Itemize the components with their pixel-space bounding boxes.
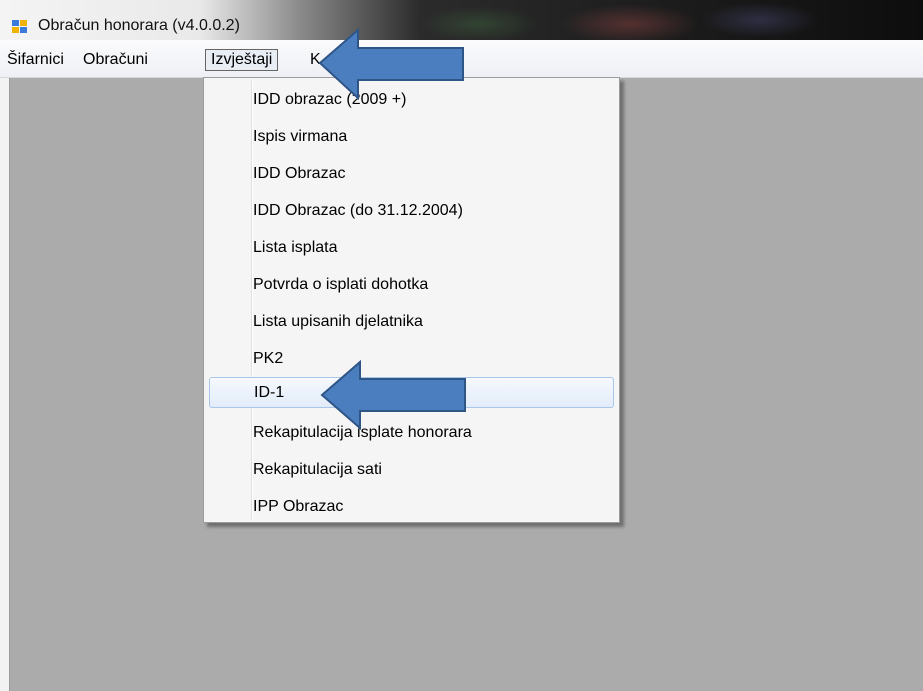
application-window: Obračun honorara (v4.0.0.2) Šifarnici Ob…	[0, 0, 923, 691]
menu-item-idd-obrazac-do-2004[interactable]: IDD Obrazac (do 31.12.2004)	[209, 195, 614, 226]
left-arrow-icon	[318, 28, 464, 100]
titlebar-glow	[700, 2, 820, 38]
titlebar-glow	[560, 4, 700, 44]
menu-obracuni[interactable]: Obračuni	[78, 49, 153, 71]
menu-item-idd-obrazac[interactable]: IDD Obrazac	[209, 158, 614, 189]
menu-sifarnici[interactable]: Šifarnici	[2, 49, 69, 71]
app-icon-square	[12, 27, 19, 33]
menu-item-ispis-virmana[interactable]: Ispis virmana	[209, 121, 614, 152]
app-icon	[12, 20, 28, 34]
left-arrow-icon	[320, 360, 466, 430]
menu-item-ipp-obrazac[interactable]: IPP Obrazac	[209, 491, 614, 522]
window-title: Obračun honorara (v4.0.0.2)	[38, 17, 240, 34]
app-icon-square	[20, 27, 27, 33]
left-frame-edge	[0, 78, 10, 691]
menu-item-lista-upisanih-djelatnika[interactable]: Lista upisanih djelatnika	[209, 306, 614, 337]
menu-item-rekapitulacija-sati[interactable]: Rekapitulacija sati	[209, 454, 614, 485]
menu-izvjestaji[interactable]: Izvještaji	[205, 49, 279, 71]
menu-item-potvrda-o-isplati-dohotka[interactable]: Potvrda o isplati dohotka	[209, 269, 614, 300]
izvjestaji-dropdown-menu: IDD obrazac (2009 +) Ispis virmana IDD O…	[203, 77, 620, 523]
menu-item-lista-isplata[interactable]: Lista isplata	[209, 232, 614, 263]
app-icon-square	[20, 20, 27, 26]
app-icon-square	[12, 20, 19, 26]
